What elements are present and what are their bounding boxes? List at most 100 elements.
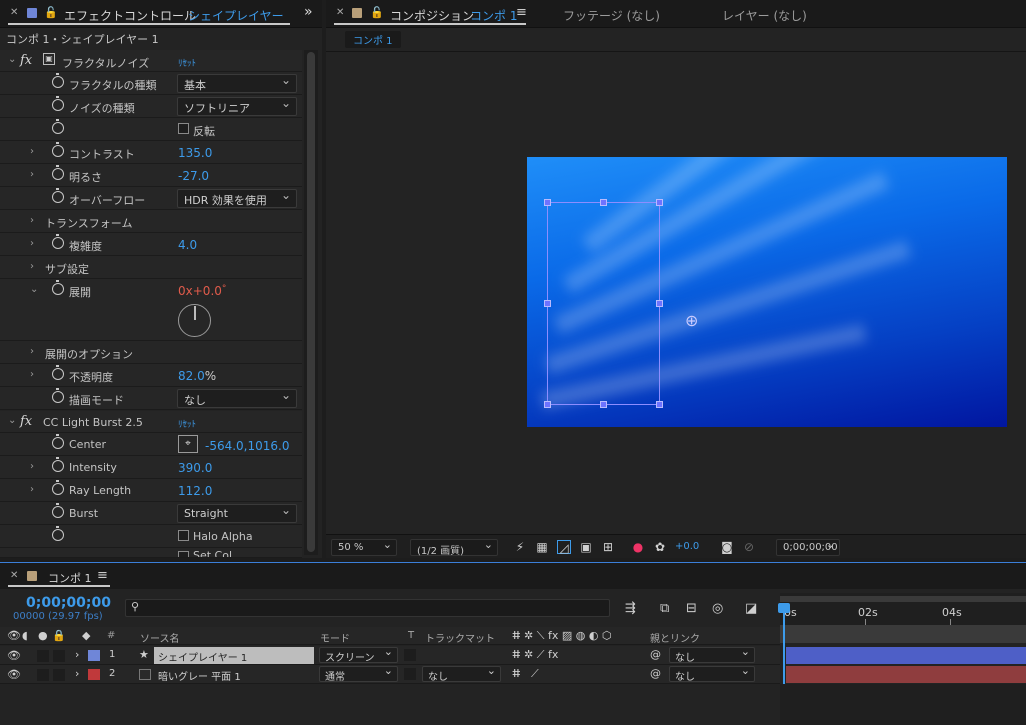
evolution-angle-dial[interactable] [178,304,211,337]
zoom-dropdown[interactable]: 50 % [331,538,397,556]
fast-preview-icon[interactable]: ⚡ [513,540,527,554]
panel-menu-icon[interactable]: ≡ [516,5,527,20]
layer-label-swatch[interactable] [88,650,100,661]
chevron-right-icon[interactable]: › [30,238,34,249]
fractal-type-dropdown[interactable]: 基本 [177,73,297,93]
exposure-value[interactable]: +0.0 [675,541,699,552]
channels-icon[interactable]: ● [631,540,645,554]
transform-handle[interactable] [544,300,551,307]
fx-icon[interactable]: fx [20,414,32,429]
stopwatch-icon[interactable] [52,503,64,518]
timeline-tab-title[interactable]: コンポ 1 [48,570,92,586]
reset-link[interactable]: ﾘｾｯﾄ [178,56,196,69]
transform-handle[interactable] [600,401,607,408]
mask-visibility-icon[interactable]: ◿ [557,540,571,555]
lock-toggle[interactable] [53,650,65,662]
transform-handle[interactable] [656,401,663,408]
brightness-value[interactable]: -27.0 [178,169,209,183]
evolution-value[interactable]: 0x+0.0° [178,284,226,298]
show-snapshot-icon[interactable]: ⊘ [742,540,756,554]
halo-alpha-checkbox[interactable] [178,530,189,541]
lock-icon[interactable]: 🔓 [370,6,384,19]
panel-menu-icon[interactable]: ≡ [97,568,108,583]
comp-canvas[interactable]: ⊕ [527,157,1007,427]
twirl-down-icon[interactable]: ⌄ [8,54,16,65]
parent-dropdown[interactable]: なし [669,645,755,664]
mode-dropdown[interactable]: 通常 [319,664,398,683]
stopwatch-icon[interactable] [52,457,64,472]
chevron-right-icon[interactable]: › [30,169,34,180]
group-sub-settings[interactable]: › サブ設定 [0,256,302,279]
layer-name-selected[interactable]: シェイプレイヤー 1 [154,647,314,664]
graph-editor-icon[interactable]: ◪ [745,601,757,616]
lock-toggle[interactable] [53,669,65,681]
complexity-value[interactable]: 4.0 [178,238,197,252]
layer-row[interactable]: 👁 › 1 ★ シェイプレイヤー 1 スクリーン ⵌ ✲ ⟋ fx @ なし [0,645,780,665]
effect-controls-scrollbar[interactable] [304,50,318,555]
footage-tab[interactable]: フッテージ (なし) [563,7,660,24]
chevron-right-icon[interactable]: › [75,648,79,661]
close-icon[interactable]: ✕ [10,570,18,581]
solo-toggle[interactable] [37,669,49,681]
overflow-dropdown[interactable]: HDR 効果を使用 [177,188,297,208]
stopwatch-icon[interactable] [52,142,64,157]
reset-exposure-icon[interactable]: ✿ [653,540,667,554]
chevron-right-icon[interactable]: › [30,369,34,380]
twirl-down-icon[interactable]: ⌄ [8,415,16,426]
stopwatch-icon[interactable] [52,188,64,203]
effect-light-burst-header[interactable]: ⌄ fx CC Light Burst 2.5 ﾘｾｯﾄ [0,411,302,433]
transform-handle[interactable] [544,401,551,408]
visibility-eye-icon[interactable]: 👁 [7,649,21,662]
blend-mode-dropdown[interactable]: なし [177,388,297,408]
transform-handle[interactable] [656,300,663,307]
contrast-value[interactable]: 135.0 [178,146,212,160]
timeline-empty-area[interactable] [780,684,1026,725]
effect-controls-tab-layer[interactable]: シェイプレイヤー 1 [188,7,284,24]
transform-handle[interactable] [600,199,607,206]
pick-whip-icon[interactable]: @ [650,667,661,680]
chevron-right-icon[interactable]: › [30,484,34,495]
comp-chip[interactable]: コンポ 1 [345,31,401,48]
transform-handle[interactable] [544,199,551,206]
stopwatch-icon[interactable] [52,96,64,111]
center-value[interactable]: -564.0,1016.0 [205,439,290,453]
effect-controls-tab-title[interactable]: エフェクトコントロール [64,7,196,24]
close-icon[interactable]: ✕ [336,7,344,18]
layer-switches-icon[interactable]: ⵌ ✲ ⟋ fx [512,648,558,662]
panel-overflow-icon[interactable]: » [304,4,313,20]
chevron-right-icon[interactable]: › [30,461,34,472]
stopwatch-icon[interactable] [52,119,64,134]
col-source-name[interactable]: ソース名 [140,630,180,645]
transform-handle[interactable] [656,199,663,206]
pick-whip-icon[interactable]: @ [650,648,661,661]
layer-label-swatch[interactable] [88,669,100,680]
stopwatch-icon[interactable] [52,434,64,449]
shy-layers-icon[interactable]: ⊟ [686,601,697,616]
stopwatch-icon[interactable] [52,234,64,249]
opacity-value[interactable]: 82.0% [178,369,216,383]
stopwatch-icon[interactable] [52,388,64,403]
resolution-dropdown[interactable]: (1/2 画質) [410,538,498,557]
layer-duration-bar[interactable] [786,666,1026,683]
crosshair-icon[interactable]: ⌖ [178,435,198,453]
layer-switches-icon[interactable]: ⵌ ⟋ [512,667,539,681]
lock-icon[interactable]: 🔓 [44,6,58,19]
layer-tab[interactable]: レイヤー (なし) [722,7,807,24]
set-color-checkbox[interactable] [178,551,189,557]
layer-name[interactable]: 暗いグレー 平面 1 [158,668,241,683]
intensity-value[interactable]: 390.0 [178,461,212,475]
invert-checkbox[interactable] [178,123,189,134]
time-ruler[interactable]: 0s 02s 04s [780,593,1026,625]
solo-toggle[interactable] [37,650,49,662]
effect-fractal-noise-header[interactable]: ⌄ fx ▣ フラクタルノイズ ﾘｾｯﾄ [0,50,302,72]
reset-link[interactable]: ﾘｾｯﾄ [178,417,196,430]
ray-length-value[interactable]: 112.0 [178,484,212,498]
layer-duration-bar[interactable] [786,647,1026,664]
parent-dropdown[interactable]: なし [669,664,755,683]
preserve-transparency-toggle[interactable] [404,668,416,680]
motion-blur-icon[interactable]: ◎ [712,601,723,616]
transparency-grid-icon[interactable]: ▦ [535,540,549,554]
layer-bounding-box[interactable] [544,199,663,408]
chevron-down-icon[interactable]: ⌄ [30,284,38,295]
draft-3d-icon[interactable]: ⧉ [660,601,669,616]
